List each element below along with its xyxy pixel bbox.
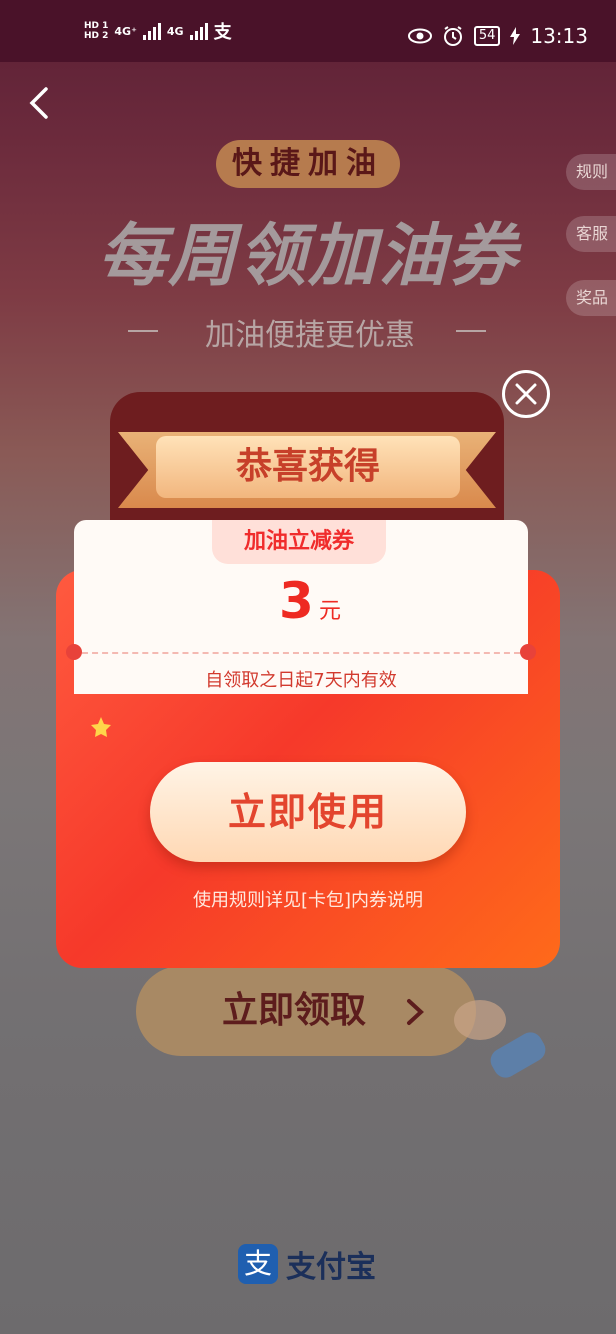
back-icon <box>29 87 48 119</box>
pointing-hand-icon <box>454 1000 546 1078</box>
battery-indicator: 54 <box>473 26 501 46</box>
alarm-icon <box>443 26 462 46</box>
clock: 13:13 <box>530 24 588 48</box>
alipay-logo: 支 支付宝 <box>238 1242 376 1286</box>
coupon-notch-right <box>520 644 536 660</box>
hd-indicators: HD 1 HD 2 <box>84 21 108 41</box>
alipay-brand: 支付宝 <box>286 1250 376 1285</box>
status-left: HD 1 HD 2 4G⁺ 4G 支 <box>84 18 232 44</box>
star-decoration-icon <box>91 717 111 737</box>
customer-service-button[interactable]: 客服 <box>566 216 616 252</box>
coupon-amount: 3 元 <box>240 572 380 630</box>
prizes-button[interactable]: 奖品 <box>566 280 616 316</box>
page-title: 每周领加油券 <box>97 217 518 296</box>
charging-icon <box>510 27 521 45</box>
alipay-status-icon: 支 <box>213 22 232 43</box>
hd1-label: HD 1 <box>84 21 109 31</box>
signal1-icon <box>142 22 161 40</box>
chevron-right-icon <box>407 999 424 1025</box>
status-bar: HD 1 HD 2 4G⁺ 4G 支 54 13:13 <box>0 0 616 62</box>
network1-label: 4G⁺ <box>114 24 137 38</box>
page-subtitle: 加油便捷更优惠 <box>205 318 415 353</box>
coupon-notch-left <box>66 644 82 660</box>
congrats-title: 恭喜获得 <box>156 436 460 498</box>
subtitle-divider-right <box>456 330 486 332</box>
rules-button[interactable]: 规则 <box>566 154 616 190</box>
coupon-validity: 自领取之日起7天内有效 <box>205 670 397 691</box>
eye-icon <box>407 28 432 44</box>
coupon-divider <box>82 652 520 654</box>
alipay-mark-icon: 支 <box>238 1244 278 1284</box>
hd2-label: HD 2 <box>84 31 109 41</box>
close-icon <box>515 383 537 405</box>
use-now-button[interactable]: 立即使用 <box>150 762 466 862</box>
amount-value: 3 <box>279 572 314 630</box>
coupon-type-tag: 加油立减券 <box>212 520 386 564</box>
usage-rule-note: 使用规则详见[卡包]内券说明 <box>192 890 424 911</box>
signal2-icon <box>189 22 208 40</box>
status-right: 54 13:13 <box>407 24 588 48</box>
amount-unit: 元 <box>318 599 341 624</box>
quick-refuel-badge: 快捷加油 <box>216 140 400 188</box>
network2-label: 4G <box>166 24 184 38</box>
back-button[interactable] <box>24 86 54 120</box>
close-popup-button[interactable] <box>502 370 550 418</box>
